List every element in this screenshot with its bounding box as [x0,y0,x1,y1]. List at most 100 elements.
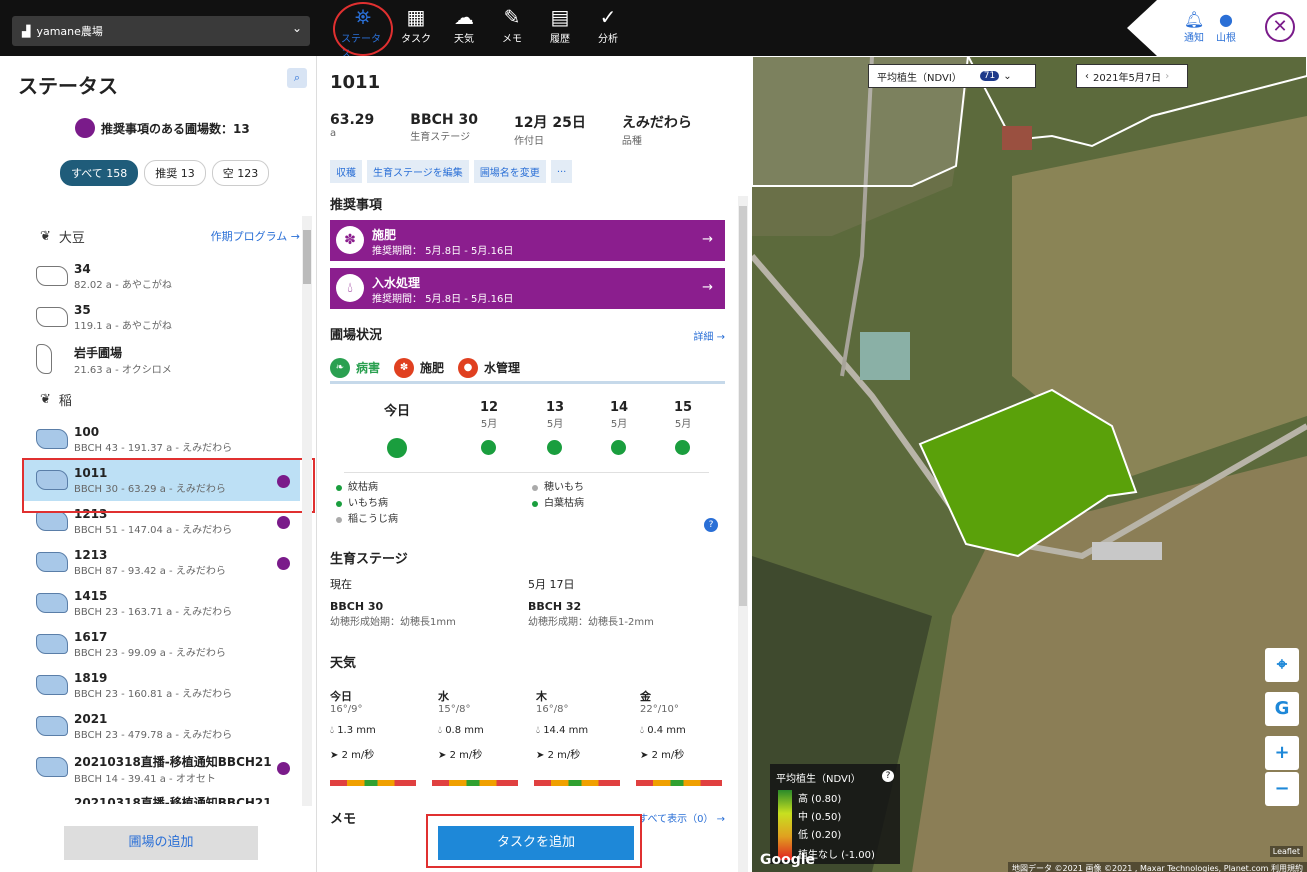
nav-task[interactable]: ▦ タスク [394,4,438,45]
show-all-link[interactable]: すべて表示（0） → [638,810,725,825]
search-icon[interactable]: ⌕ [287,68,307,88]
help-icon[interactable]: ? [882,770,894,782]
fertilizer-icon: ✽ [394,357,415,378]
arrow-right-icon: → [702,280,713,295]
nav-analysis[interactable]: ✓ 分析 [586,4,630,45]
layer-selector[interactable]: 平均植生（NDVI） 71 ⌄ [868,64,1036,88]
nav-weather[interactable]: ☁ 天気 [442,4,486,45]
help-icon[interactable]: ? [704,518,718,532]
list-item[interactable]: 34 82.02 a - あやこがね [22,256,300,297]
chevron-left-icon[interactable]: ‹ [1085,71,1089,82]
disease-list-right: 穂いもち 白葉枯病 [532,480,584,512]
field-shape-icon [36,634,68,654]
list-item[interactable]: 岩手圃場 21.63 a - オクシロメ [22,338,300,379]
list-item[interactable]: 1415 BBCH 23 - 163.71 a - えみだわら [22,583,300,624]
recommendation-dot [277,516,290,529]
stat-value: BBCH 30 [410,112,478,128]
tab-fertilizer[interactable]: ✽ 施肥 [394,354,444,381]
recommendations-title: 推奨事項 [330,198,383,213]
detail-scrollbar[interactable] [738,196,748,872]
edit-stage-button[interactable]: 生育ステージを編集 [367,160,469,183]
stat-planted: 12月 25日 作付日 [514,112,586,147]
list-item[interactable]: 1819 BBCH 23 - 160.81 a - えみだわら [22,665,300,706]
memo-title: メモ [330,812,357,827]
legend-label: 高 (0.80) [798,794,842,805]
detail-link[interactable]: 詳細 → [693,328,725,343]
map-credit: 地図データ ©2021 画像 ©2021 , Maxar Technologie… [1008,862,1307,872]
category-rice: ❦ 稲 [22,379,300,419]
status-tabs: ❧ 病害 ✽ 施肥 ● 水管理 [330,354,725,384]
list-item[interactable]: 1213 BBCH 87 - 93.42 a - えみだわら [22,542,300,583]
tab-disease[interactable]: ❧ 病害 [330,354,380,381]
filter-empty[interactable]: 空 123 [211,160,270,186]
field-shape-icon [36,429,68,449]
list-scrollbar[interactable] [302,216,312,806]
arrow-right-icon: → [702,232,713,247]
filter-recommended[interactable]: 推奨 13 [144,160,206,186]
recommendation-title: 入水処理 [372,276,421,290]
chevron-right-icon[interactable]: › [1165,71,1169,82]
farm-name: yamane農場 [36,25,103,38]
google-layer-button[interactable]: G [1265,692,1299,726]
app-logo-button[interactable]: ✕ [1265,12,1295,42]
recommendation-card-fertilizer[interactable]: ✽ 施肥 推奨期間： 5月.8日 - 5月.16日 → [330,220,725,261]
field-detail-panel: 1011 63.29 a BBCH 30 生育ステージ 12月 25日 作付日 えみだ… [318,56,751,872]
growth-current: 現在 BBCH 30 幼穂形成始期：幼穂長1mm [330,576,456,628]
zoom-in-button[interactable]: + [1265,736,1299,770]
filter-all[interactable]: すべて 158 [60,160,139,186]
list-item[interactable]: 20210318直播-移植通知BBCH21 [22,788,300,804]
program-link[interactable]: 作期プログラム → [211,228,300,244]
tab-water[interactable]: ● 水管理 [458,354,520,381]
field-name: 1415 [74,589,108,603]
weather-hourly-bar [534,780,620,786]
locate-icon[interactable]: ⌖ [1265,648,1299,682]
list-item[interactable]: 1617 BBCH 23 - 99.09 a - えみだわら [22,624,300,665]
growth-stage: BBCH 32 [528,600,582,613]
add-field-button[interactable]: 圃場の追加 [64,826,258,860]
growth-next: 5月 17日 BBCH 32 幼穂形成期：幼穂長1-2mm [528,576,654,628]
stat-label: 品種 [621,136,642,147]
leaflet-link[interactable]: Leaflet [1269,846,1303,857]
layer-label: 平均植生（NDVI） [877,72,962,84]
wind-icon: ➤ [330,750,342,761]
recommendation-card-water[interactable]: 💧︎ 入水処理 推奨期間： 5月.8日 - 5月.16日 → [330,268,725,309]
analysis-icon: ✓ [599,5,617,29]
list-item[interactable]: 100 BBCH 43 - 191.37 a - えみだわら [22,419,300,460]
field-name: 1617 [74,630,108,644]
recommendation-dot [75,118,95,138]
weather-wind: 2 m/秒 [651,750,685,761]
rename-field-button[interactable]: 圃場名を変更 [473,160,546,183]
nav-history[interactable]: ▤ 履歴 [538,4,582,45]
more-button[interactable]: ... [550,160,573,183]
user-button[interactable]: ● 山根 [1211,10,1241,44]
nav-memo[interactable]: ✎ メモ [490,4,534,45]
wind-icon: ➤ [536,750,548,761]
recommendation-period: 推奨期間： 5月.8日 - 5月.16日 [372,294,514,305]
field-name: 岩手圃場 [74,346,123,360]
field-shape-icon [36,344,52,374]
date-selector[interactable]: ‹ 2021年5月7日 › [1076,64,1188,88]
recommendation-title: 施肥 [372,228,397,242]
harvest-button[interactable]: 収穫 [330,160,362,183]
field-shape-icon [36,552,68,572]
scroll-thumb[interactable] [303,230,311,284]
status-dot [547,440,562,455]
page-title: ステータス [18,74,118,98]
satellite-map[interactable]: 平均植生（NDVI） 71 ⌄ ‹ 2021年5月7日 › ⌖ G + − 平均… [752,56,1307,872]
field-shape-icon [36,716,68,736]
field-sub: BBCH 87 - 93.42 a - えみだわら [74,566,226,577]
field-name: 2021 [74,712,108,726]
field-shape-icon [36,675,68,695]
farm-selector[interactable]: ▟ yamane農場 ⌄ [12,16,310,46]
field-stats: 63.29 a BBCH 30 生育ステージ 12月 25日 作付日 えみだわら 品種 [330,112,728,147]
zoom-out-button[interactable]: − [1265,772,1299,806]
list-item[interactable]: 35 119.1 a - あやこがね [22,297,300,338]
weather-day-name: 木 [536,690,547,703]
notify-button[interactable]: 🔔︎ 通知 [1179,10,1209,44]
growth-heading: 現在 [330,578,352,591]
add-task-highlight-box [426,814,642,868]
list-item[interactable]: 2021 BBCH 23 - 479.78 a - えみだわら [22,706,300,747]
disease-item: 白葉枯病 [532,496,584,512]
list-item[interactable]: 20210318直播-移植通知BBCH21 BBCH 14 - 39.41 a -… [22,747,300,788]
scroll-thumb[interactable] [739,206,747,606]
